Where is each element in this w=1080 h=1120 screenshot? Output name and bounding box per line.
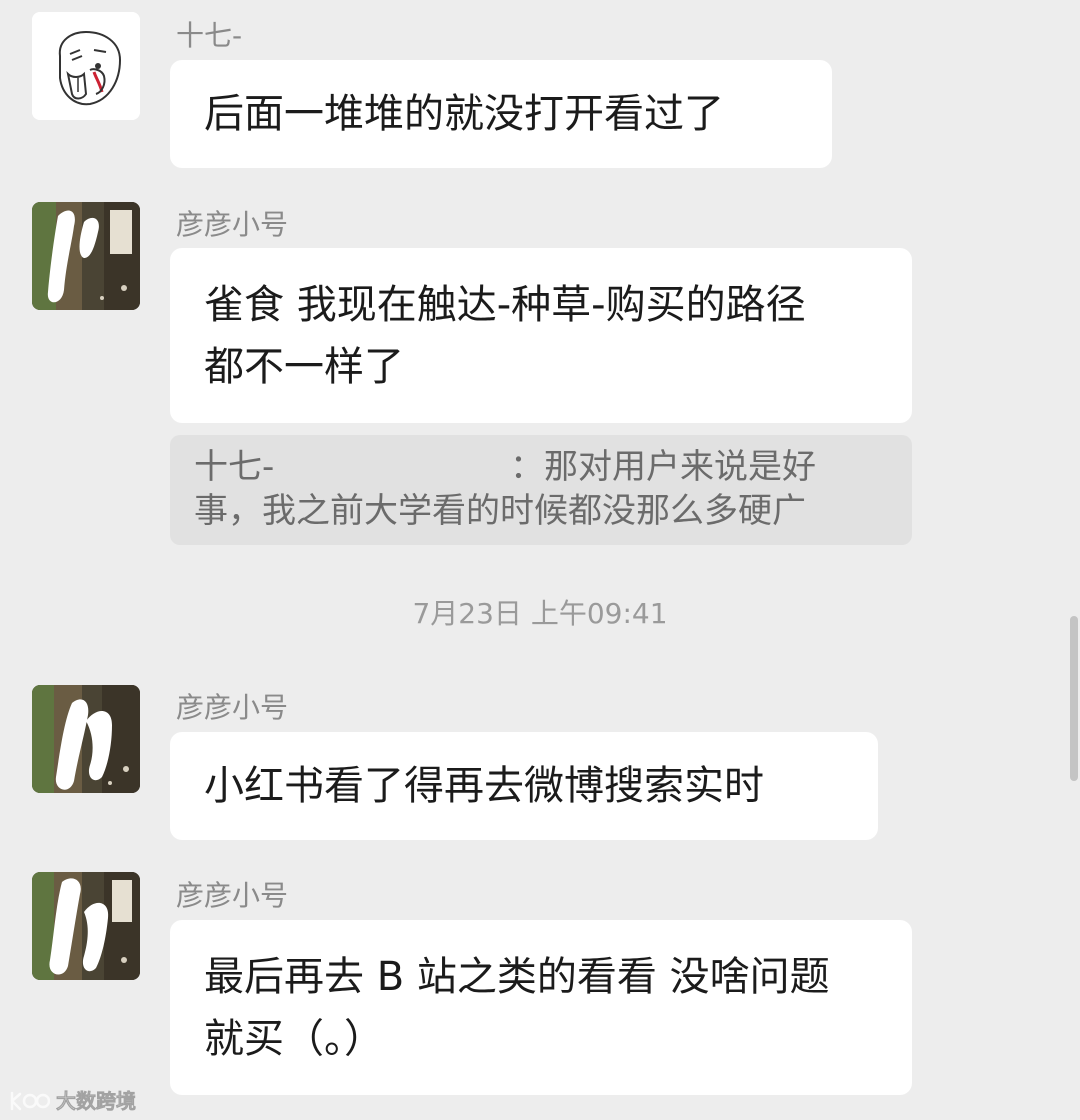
quote-text-line-2: 事，我之前大学看的时候都没那么多硬广 xyxy=(194,491,806,531)
sender-name: 彦彦小号 xyxy=(176,879,289,912)
message-text-line-2: 都不一样了 xyxy=(204,344,404,390)
message-bubble[interactable]: 小红书看了得再去微博搜索实时 xyxy=(170,732,878,840)
quoted-message[interactable]: 十七- ：那对用户来说是好 事，我之前大学看的时候都没那么多硬广 xyxy=(170,435,912,545)
watermark: 大数跨境 xyxy=(8,1088,148,1114)
message-text-line-2: 就买（。） xyxy=(204,1016,384,1062)
quote-sender: 十七- xyxy=(194,447,275,487)
avatar-sender-2[interactable] xyxy=(32,202,140,310)
sender-name: 彦彦小号 xyxy=(176,208,289,241)
watermark-text: 大数跨境 xyxy=(56,1089,136,1114)
message-text-line-1: 最后再去 B 站之类的看看 没啥问题 xyxy=(204,954,830,1000)
quote-text-line-1: ：那对用户来说是好 xyxy=(510,447,816,487)
avatar-sender-3[interactable] xyxy=(32,685,140,793)
brand-logo-icon xyxy=(10,1091,50,1111)
chat-list[interactable]: 十七- 后面一堆堆的就没打开看过了 彦彦小号 雀食 我现在触达-种草-购买的路径… xyxy=(0,0,1080,1120)
sender-name: 十七- xyxy=(176,19,243,52)
message-text-line-1: 雀食 我现在触达-种草-购买的路径 xyxy=(204,282,806,328)
funny-face-sketch-avatar-icon xyxy=(32,12,140,120)
avatar-sender-1[interactable] xyxy=(32,12,140,120)
message-bubble[interactable]: 后面一堆堆的就没打开看过了 xyxy=(170,60,832,168)
photo-avatar-icon xyxy=(32,202,140,310)
watermark-label: 大数跨境 xyxy=(56,1089,136,1113)
message-text: 后面一堆堆的就没打开看过了 xyxy=(204,91,724,137)
photo-avatar-icon xyxy=(32,872,140,980)
avatar-sender-4[interactable] xyxy=(32,872,140,980)
photo-avatar-icon xyxy=(32,685,140,793)
message-text: 小红书看了得再去微博搜索实时 xyxy=(204,763,764,809)
sender-name: 彦彦小号 xyxy=(176,691,289,724)
message-bubble[interactable]: 雀食 我现在触达-种草-购买的路径 都不一样了 xyxy=(170,248,912,423)
scrollbar[interactable] xyxy=(1070,616,1078,781)
timestamp: 7月23日 上午09:41 xyxy=(412,597,668,630)
quote-line-1: 十七- ：那对用户来说是好 xyxy=(194,445,888,489)
message-bubble[interactable]: 最后再去 B 站之类的看看 没啥问题 就买（。） xyxy=(170,920,912,1095)
